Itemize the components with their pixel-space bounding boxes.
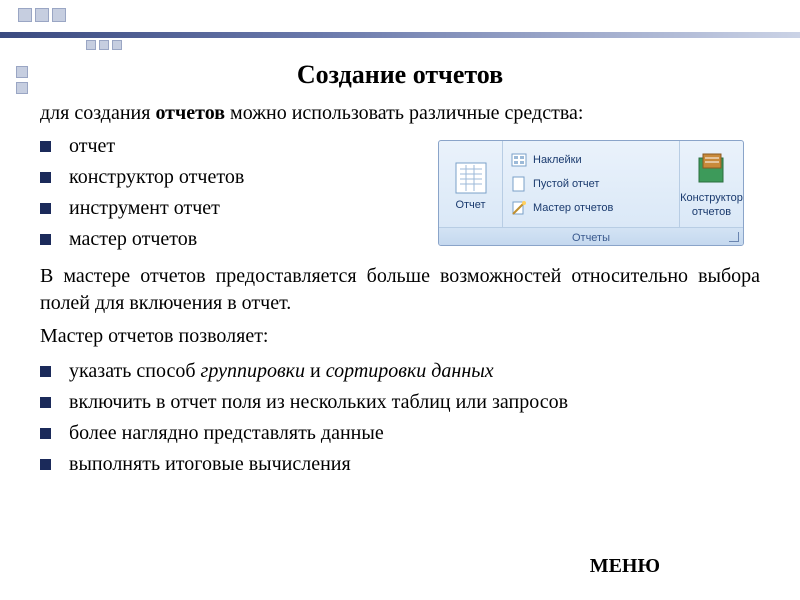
ribbon-wizard-button[interactable]: Мастер отчетов [507,197,675,219]
tool-label: конструктор отчетов [69,162,244,193]
blank-report-icon [511,176,527,192]
ribbon-middle-group: Наклейки Пустой отчет Мастер отчетов [503,141,679,227]
ribbon-constructor-button[interactable]: Конструктор отчетов [679,141,743,227]
ribbon-constructor-label1: Конструктор [680,192,743,204]
dialog-launcher-icon[interactable] [729,232,739,242]
cap-text: более наглядно представлять данные [69,418,384,449]
cap-text: включить в отчет поля из нескольких табл… [69,387,568,418]
capabilities-list: указать способ группировки и сортировки … [40,356,760,480]
intro-prefix: для создания [40,102,155,124]
list-item: указать способ группировки и сортировки … [40,356,760,387]
list-item: более наглядно представлять данные [40,418,760,449]
slide-content: Создание отчетов для создания отчетов мо… [40,60,760,488]
tool-label: мастер отчетов [69,224,197,255]
side-decor-square [16,66,28,78]
ribbon-wizard-label: Мастер отчетов [533,202,613,214]
ribbon-blank-report-button[interactable]: Пустой отчет [507,173,675,195]
ribbon-labels-label: Наклейки [533,154,582,166]
cap-text: выполнять итоговые вычисления [69,449,351,480]
ribbon-report-label: Отчет [455,199,485,211]
header-decor-squares [18,8,66,22]
ribbon-report-button[interactable]: Отчет [439,141,503,227]
list-item: выполнять итоговые вычисления [40,449,760,480]
header-small-squares [86,40,122,50]
report-icon [454,159,488,197]
ribbon-group-title: Отчеты [439,227,743,246]
intro-suffix: можно использовать различные средства: [225,102,583,124]
ribbon-constructor-label2: отчетов [692,206,731,218]
tool-label: отчет [69,131,115,162]
slide-title: Создание отчетов [40,60,760,90]
labels-icon [511,152,527,168]
ribbon-blank-label: Пустой отчет [533,178,599,190]
wizard-icon [511,200,527,216]
header-gradient-bar [0,32,800,38]
list-item: включить в отчет поля из нескольких табл… [40,387,760,418]
tool-label: инструмент отчет [69,193,220,224]
allows-label: Мастер отчетов позволяет: [40,323,760,350]
paragraph-info: В мастере отчетов предоставляется больше… [40,263,760,317]
intro-text: для создания отчетов можно использовать … [40,102,760,125]
constructor-icon [695,152,729,190]
side-decor-square [16,82,28,94]
ribbon-labels-button[interactable]: Наклейки [507,149,675,171]
ribbon-screenshot: Отчет Наклейки Пустой отчет [438,140,744,246]
cap-text: указать способ группировки и сортировки … [69,356,494,387]
intro-bold: отчетов [155,102,225,124]
menu-link[interactable]: МЕНЮ [590,555,660,578]
